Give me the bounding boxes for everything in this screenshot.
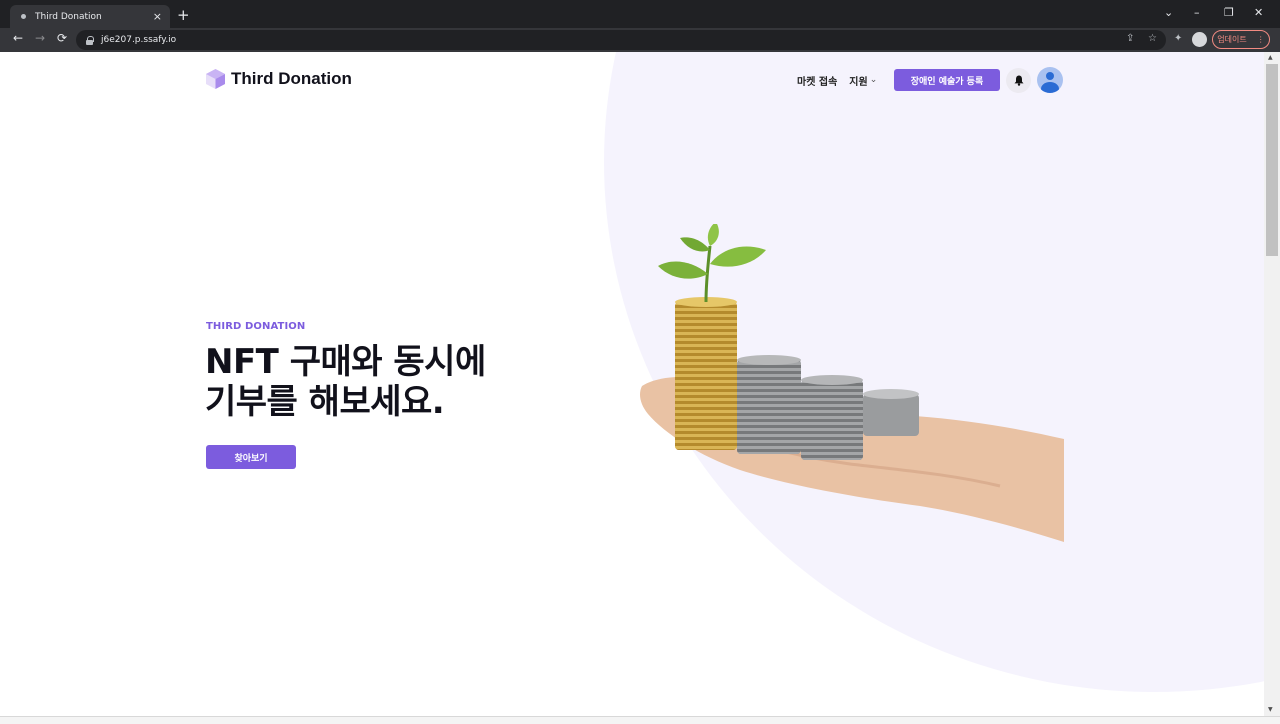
page-scrollbar[interactable]: ▲ ▼ [1264,52,1280,716]
nav-market-link[interactable]: 마켓 접속 [797,73,837,88]
forward-icon[interactable]: → [35,31,45,45]
close-window-icon[interactable]: ✕ [1254,6,1263,19]
scroll-down-icon[interactable]: ▼ [1268,706,1273,713]
hero-headline-line2: 기부를 해보세요. [205,382,445,422]
browser-tab-bar: Third Donation × + ⌄ – ❐ ✕ [0,0,1280,28]
chevron-down-icon: ⌄ [869,75,878,85]
site-logo[interactable]: Third Donation [206,69,352,89]
bell-icon [1014,75,1023,86]
tab-title: Third Donation [35,11,102,22]
update-label: 업데이트 [1217,35,1247,44]
hero-headline: NFT 구매와 동시에 기부를 해보세요. [205,342,486,422]
avatar-body [1041,82,1059,93]
hexagon-logo-icon [206,69,225,89]
url-text: j6e207.p.ssafy.io [101,35,177,45]
address-bar[interactable]: j6e207.p.ssafy.io [76,30,1166,50]
main-nav: 마켓 접속 지원 ⌄ [780,68,877,92]
browser-tab[interactable]: Third Donation × [10,5,170,28]
horizontal-scrollbar[interactable] [0,716,1280,724]
register-artist-button[interactable]: 장애인 예술가 등록 [894,69,1000,91]
minimize-icon[interactable]: – [1194,6,1200,19]
back-icon[interactable]: ← [13,31,23,45]
nav-support-dropdown[interactable]: 지원 ⌄ [849,73,877,88]
share-icon[interactable]: ⇪ [1126,33,1134,44]
nav-support-label: 지원 [849,76,868,88]
close-tab-icon[interactable]: × [153,10,162,23]
explore-button[interactable]: 찾아보기 [206,445,296,469]
user-avatar-icon[interactable] [1037,67,1063,93]
new-tab-button[interactable]: + [177,6,190,24]
avatar-head [1046,72,1054,80]
profile-icon[interactable] [1192,32,1207,47]
favicon-icon [21,14,26,19]
hero-headline-line1: NFT 구매와 동시에 [205,342,486,382]
scroll-up-icon[interactable]: ▲ [1268,54,1273,61]
page-viewport: Third Donation 마켓 접속 지원 ⌄ 장애인 예술가 등록 THI… [0,52,1264,716]
lock-icon [86,36,94,45]
scroll-thumb[interactable] [1266,64,1278,256]
notification-button[interactable] [1006,68,1031,93]
hero-hand-coins-image [640,224,1064,542]
menu-dots-icon: ⋮ [1256,35,1265,44]
bookmark-star-icon[interactable]: ☆ [1148,33,1157,44]
extensions-icon[interactable]: ✦ [1174,33,1182,44]
tab-search-icon[interactable]: ⌄ [1164,6,1173,19]
browser-toolbar: ← → ⟳ j6e207.p.ssafy.io ⇪ ☆ ✦ 업데이트 ⋮ [0,28,1280,52]
hero-eyebrow: THIRD DONATION [206,321,306,332]
update-button[interactable]: 업데이트 ⋮ [1212,30,1270,49]
restore-icon[interactable]: ❐ [1224,6,1234,19]
logo-text: Third Donation [231,69,352,88]
reload-icon[interactable]: ⟳ [57,31,67,45]
